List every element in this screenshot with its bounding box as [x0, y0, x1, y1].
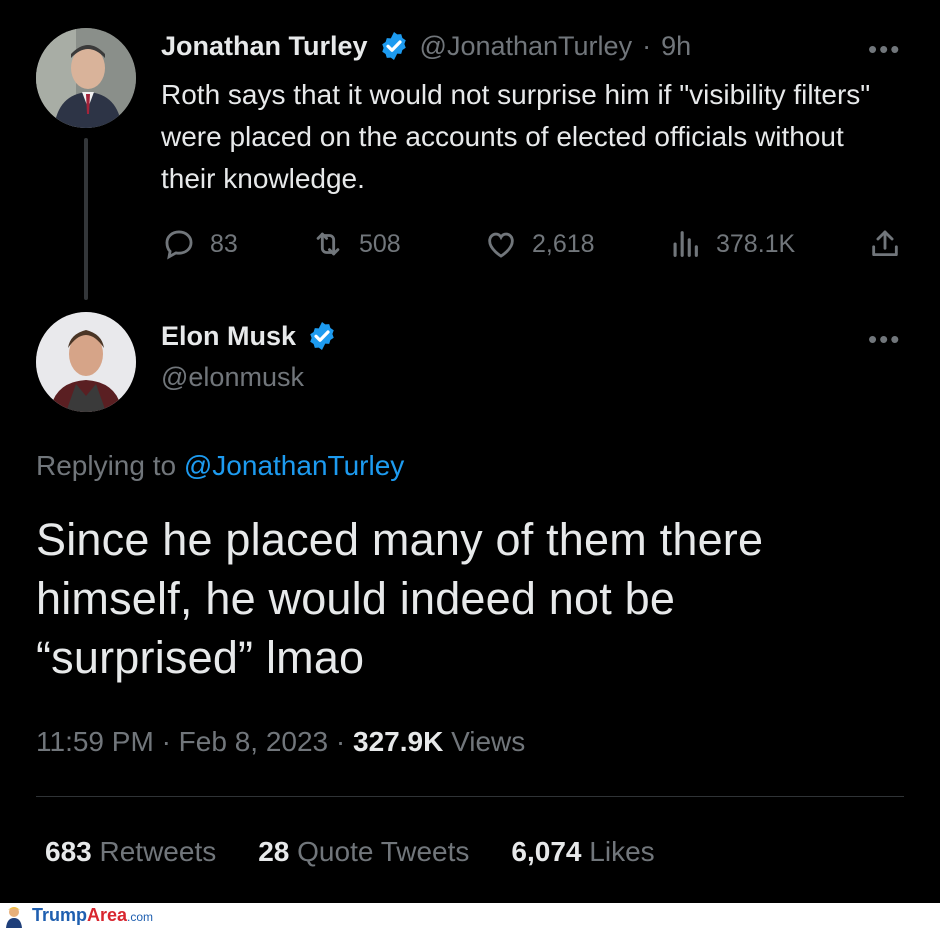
verified-badge-icon — [310, 322, 334, 350]
retweet-count: 508 — [359, 229, 401, 258]
views-icon — [673, 231, 698, 257]
tweet-date[interactable]: Feb 8, 2023 — [179, 726, 328, 757]
tweet-time[interactable]: 11:59 PM — [36, 726, 154, 757]
reply-icon — [165, 230, 193, 260]
avatar-elon-musk[interactable] — [36, 312, 136, 412]
replying-to: Replying to @JonathanTurley — [36, 450, 404, 482]
engagement-stats: 683 Retweets 28 Quote Tweets 6,074 Likes — [45, 836, 655, 868]
likes-count: 6,074 — [511, 836, 582, 867]
more-icon[interactable]: ••• — [868, 324, 901, 355]
verified-badge-icon — [381, 32, 406, 60]
avatar-jonathan-turley[interactable] — [36, 28, 136, 128]
quote-tweets-count: 28 — [258, 836, 290, 867]
retweets-count: 683 — [45, 836, 92, 867]
tweet-text: Roth says that it would not surprise him… — [161, 79, 871, 194]
thread-line — [84, 138, 88, 300]
share-button[interactable] — [868, 227, 902, 261]
tweet-text-line: “surprised” lmao — [36, 632, 365, 683]
retweets-stat[interactable]: 683 Retweets — [45, 836, 216, 868]
retweet-button[interactable]: 508 — [311, 227, 401, 261]
divider — [36, 796, 904, 797]
tweet-time[interactable]: 9h — [661, 31, 691, 62]
author-name[interactable]: Jonathan Turley — [161, 31, 368, 62]
views-count: 327.9K — [353, 726, 444, 757]
separator-dot: · — [642, 30, 652, 61]
tweet-text: Since he placed many of them there himse… — [36, 510, 916, 687]
separator-dot: · — [161, 726, 179, 757]
views-count: 378.1K — [716, 229, 796, 258]
watermark-suffix: .com — [127, 910, 154, 924]
author-handle[interactable]: @elonmusk — [161, 362, 304, 393]
watermark-logo: TrumpArea.com — [32, 905, 153, 926]
more-icon[interactable]: ••• — [868, 34, 901, 65]
likes-label: Likes — [589, 836, 655, 867]
like-count: 2,618 — [532, 229, 595, 258]
tweet-text-line: Since he placed many of them there — [36, 514, 764, 565]
tweet-meta: 11:59 PM · Feb 8, 2023 · 327.9K Views — [36, 726, 525, 758]
reply-button[interactable]: 83 — [162, 227, 238, 261]
like-icon — [488, 232, 514, 258]
quote-tweets-stat[interactable]: 28 Quote Tweets — [258, 836, 469, 868]
trump-figure-icon — [6, 906, 22, 928]
author-handle[interactable]: @JonathanTurley — [420, 31, 633, 62]
watermark-brand-2: Area — [87, 905, 128, 925]
likes-stat[interactable]: 6,074 Likes — [511, 836, 654, 868]
author-name[interactable]: Elon Musk — [161, 321, 296, 352]
tweet-text-line: himself, he would indeed not be — [36, 573, 676, 624]
share-icon — [872, 230, 898, 257]
reply-count: 83 — [210, 229, 238, 258]
replying-label: Replying to — [36, 450, 177, 481]
watermark-bar: TrumpArea.com — [0, 903, 940, 928]
replying-mention-link[interactable]: @JonathanTurley — [184, 450, 404, 481]
views-label: Views — [451, 726, 526, 757]
watermark-brand-1: Trump — [32, 905, 88, 925]
separator-dot: · — [335, 726, 354, 757]
quote-tweets-label: Quote Tweets — [297, 836, 470, 867]
views-button[interactable]: 378.1K — [668, 227, 795, 261]
retweet-icon — [316, 232, 340, 256]
like-button[interactable]: 2,618 — [484, 227, 595, 261]
retweets-label: Retweets — [99, 836, 217, 867]
